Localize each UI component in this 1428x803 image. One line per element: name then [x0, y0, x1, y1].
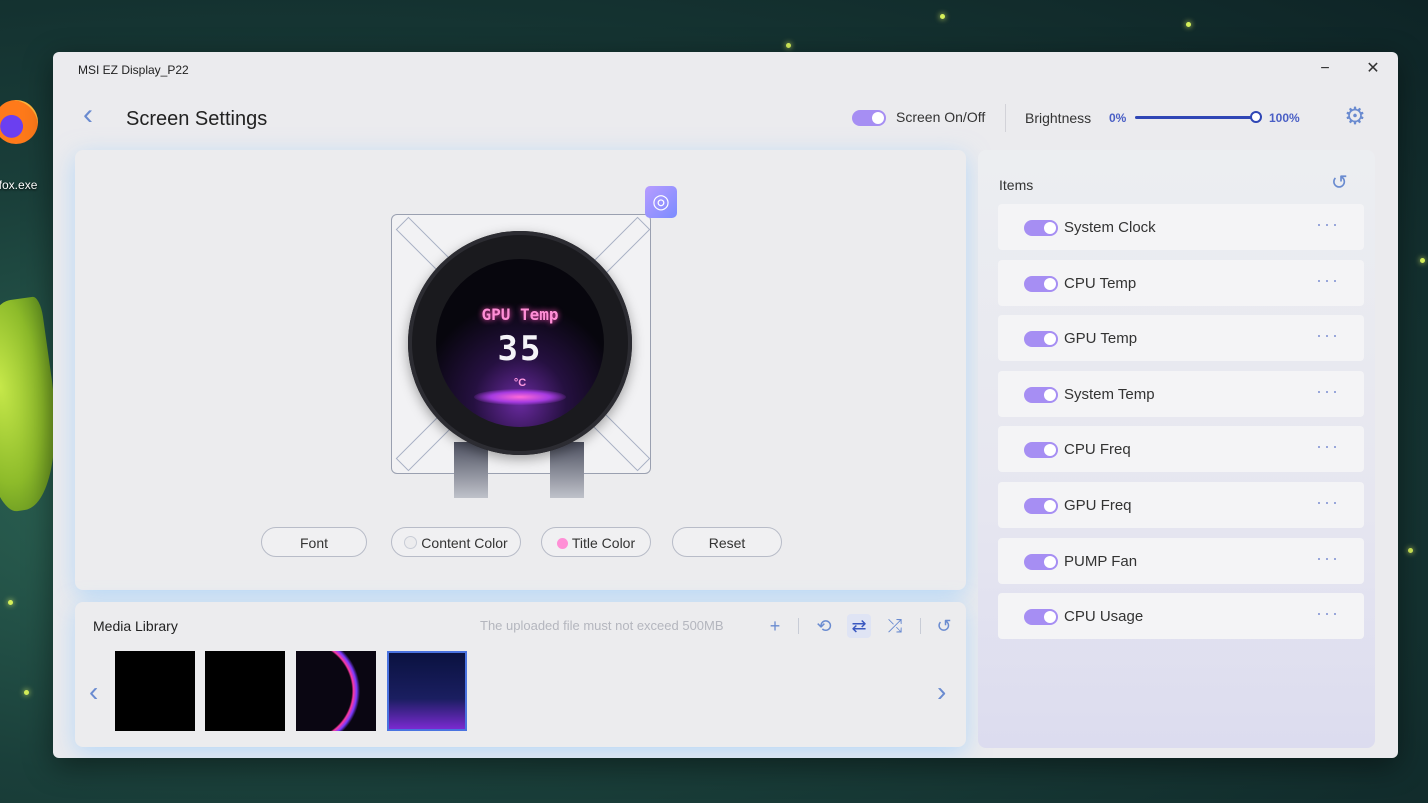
close-button[interactable]: ✕ [1353, 58, 1393, 80]
content-color-swatch [404, 536, 418, 549]
item-label: CPU Freq [1064, 441, 1131, 459]
desktop-icon-firefox[interactable]: efox.exe [0, 96, 54, 192]
desktop-sparkle [24, 690, 29, 695]
back-icon[interactable]: ‹ [83, 100, 105, 130]
more-options-icon[interactable]: ··· [1316, 325, 1340, 346]
items-title: Items [999, 177, 1034, 193]
desktop-sparkle [1186, 22, 1191, 27]
item-row[interactable]: CPU Temp ··· [998, 259, 1364, 306]
media-thumbnail[interactable] [296, 651, 376, 731]
lcd-screen: GPU Temp 35 °C [436, 259, 604, 427]
font-button-label: Font [299, 535, 328, 551]
cooler-tube-right [550, 442, 584, 498]
more-options-icon[interactable]: ··· [1316, 548, 1340, 569]
loop-all-icon[interactable]: ⇄ [847, 614, 871, 638]
media-library-panel: Media Library The uploaded file must not… [75, 602, 966, 747]
rotate-display-icon[interactable]: ◎ [645, 186, 677, 218]
title-bar: MSI EZ Display_P22 − ✕ [53, 52, 1398, 86]
item-toggle[interactable] [1024, 442, 1058, 459]
item-toggle[interactable] [1024, 331, 1058, 348]
add-media-icon[interactable]: + [763, 614, 787, 638]
item-toggle[interactable] [1024, 275, 1058, 292]
preview-panel: GPU Temp 35 °C ◎ Font Content Color Titl… [75, 150, 966, 590]
brightness-slider[interactable] [1135, 116, 1257, 119]
content-color-label: Content Color [421, 535, 508, 551]
brightness-slider-handle[interactable] [1250, 111, 1262, 123]
lcd-unit: °C [513, 377, 527, 389]
media-thumbnail[interactable] [205, 651, 285, 731]
media-toolbar-divider [798, 618, 799, 634]
screen-toggle-label: Screen On/Off [896, 109, 986, 125]
desktop-sparkle [1420, 258, 1425, 263]
item-label: System Clock [1064, 219, 1156, 236]
item-label: System Temp [1064, 385, 1155, 403]
lcd-background-glow [474, 389, 566, 405]
media-thumbnail-selected[interactable] [387, 651, 467, 731]
item-label: GPU Freq [1064, 497, 1132, 514]
title-color-button[interactable]: Title Color [541, 527, 651, 557]
app-window: MSI EZ Display_P22 − ✕ ‹ Screen Settings… [53, 52, 1398, 758]
desktop-icon-label: efox.exe [0, 178, 38, 192]
brightness-label: Brightness [1025, 110, 1092, 126]
brightness-max-label: 100% [1269, 111, 1300, 125]
media-thumbnail[interactable] [115, 651, 195, 731]
media-prev-icon[interactable]: ‹ [89, 676, 98, 708]
media-reset-icon[interactable]: ↺ [932, 614, 956, 638]
item-row[interactable]: System Temp ··· [998, 370, 1364, 417]
minimize-button[interactable]: − [1305, 58, 1345, 80]
header-divider [1005, 104, 1006, 132]
repeat-one-icon[interactable]: ⟲ [812, 614, 836, 638]
item-toggle[interactable] [1024, 220, 1058, 236]
desktop-sparkle [1408, 548, 1413, 553]
upload-size-note: The uploaded file must not exceed 500MB [480, 618, 724, 633]
brightness-min-label: 0% [1109, 111, 1127, 125]
media-next-icon[interactable]: › [937, 676, 946, 708]
item-label: GPU Temp [1064, 330, 1138, 348]
items-reset-icon[interactable]: ↺ [1331, 170, 1348, 195]
cooler-tube-left [454, 442, 488, 498]
firefox-icon [0, 100, 38, 144]
font-button[interactable]: Font [261, 527, 367, 557]
content-color-button[interactable]: Content Color [391, 527, 521, 557]
media-library-title: Media Library [93, 618, 178, 634]
lcd-value: 35 [497, 329, 543, 369]
item-label: CPU Usage [1064, 608, 1144, 626]
title-color-swatch [556, 538, 568, 549]
shuffle-icon[interactable]: ⤮ [883, 614, 907, 638]
item-toggle[interactable] [1024, 553, 1058, 570]
item-row[interactable]: CPU Freq ··· [998, 426, 1364, 473]
item-row[interactable]: CPU Usage ··· [998, 593, 1364, 640]
window-title: MSI EZ Display_P22 [78, 63, 189, 77]
item-label: CPU Temp [1064, 274, 1137, 292]
items-panel: Items ↺ System Clock ··· CPU Temp ··· GPU Te… [978, 150, 1375, 748]
desktop-sparkle [940, 14, 945, 19]
screen-toggle[interactable] [852, 110, 886, 126]
item-toggle[interactable] [1024, 386, 1058, 403]
more-options-icon[interactable]: ··· [1316, 492, 1340, 513]
item-row[interactable]: GPU Temp ··· [998, 315, 1364, 362]
title-color-label: Title Color [571, 535, 636, 551]
page-title: Screen Settings [126, 108, 268, 130]
lcd-title: GPU Temp [481, 305, 559, 324]
item-row[interactable]: GPU Freq ··· [998, 482, 1364, 528]
more-options-icon[interactable]: ··· [1316, 603, 1340, 624]
item-label: PUMP Fan [1064, 552, 1138, 570]
item-row[interactable]: System Clock ··· [998, 204, 1364, 250]
page-header: ‹ Screen Settings Screen On/Off Brightne… [53, 92, 1398, 144]
gear-icon[interactable]: ⚙ [1343, 105, 1367, 129]
more-options-icon[interactable]: ··· [1316, 270, 1340, 291]
reset-button[interactable]: Reset [672, 527, 782, 557]
media-toolbar-divider [920, 618, 921, 634]
item-toggle[interactable] [1024, 498, 1058, 514]
desktop-sparkle [8, 600, 13, 605]
pump-head: GPU Temp 35 °C [408, 231, 632, 455]
more-options-icon[interactable]: ··· [1316, 214, 1340, 235]
reset-button-label: Reset [708, 535, 746, 551]
desktop-sparkle [786, 43, 791, 48]
more-options-icon[interactable]: ··· [1316, 381, 1340, 402]
more-options-icon[interactable]: ··· [1316, 436, 1340, 457]
item-toggle[interactable] [1024, 609, 1058, 626]
item-row[interactable]: PUMP Fan ··· [998, 537, 1364, 584]
